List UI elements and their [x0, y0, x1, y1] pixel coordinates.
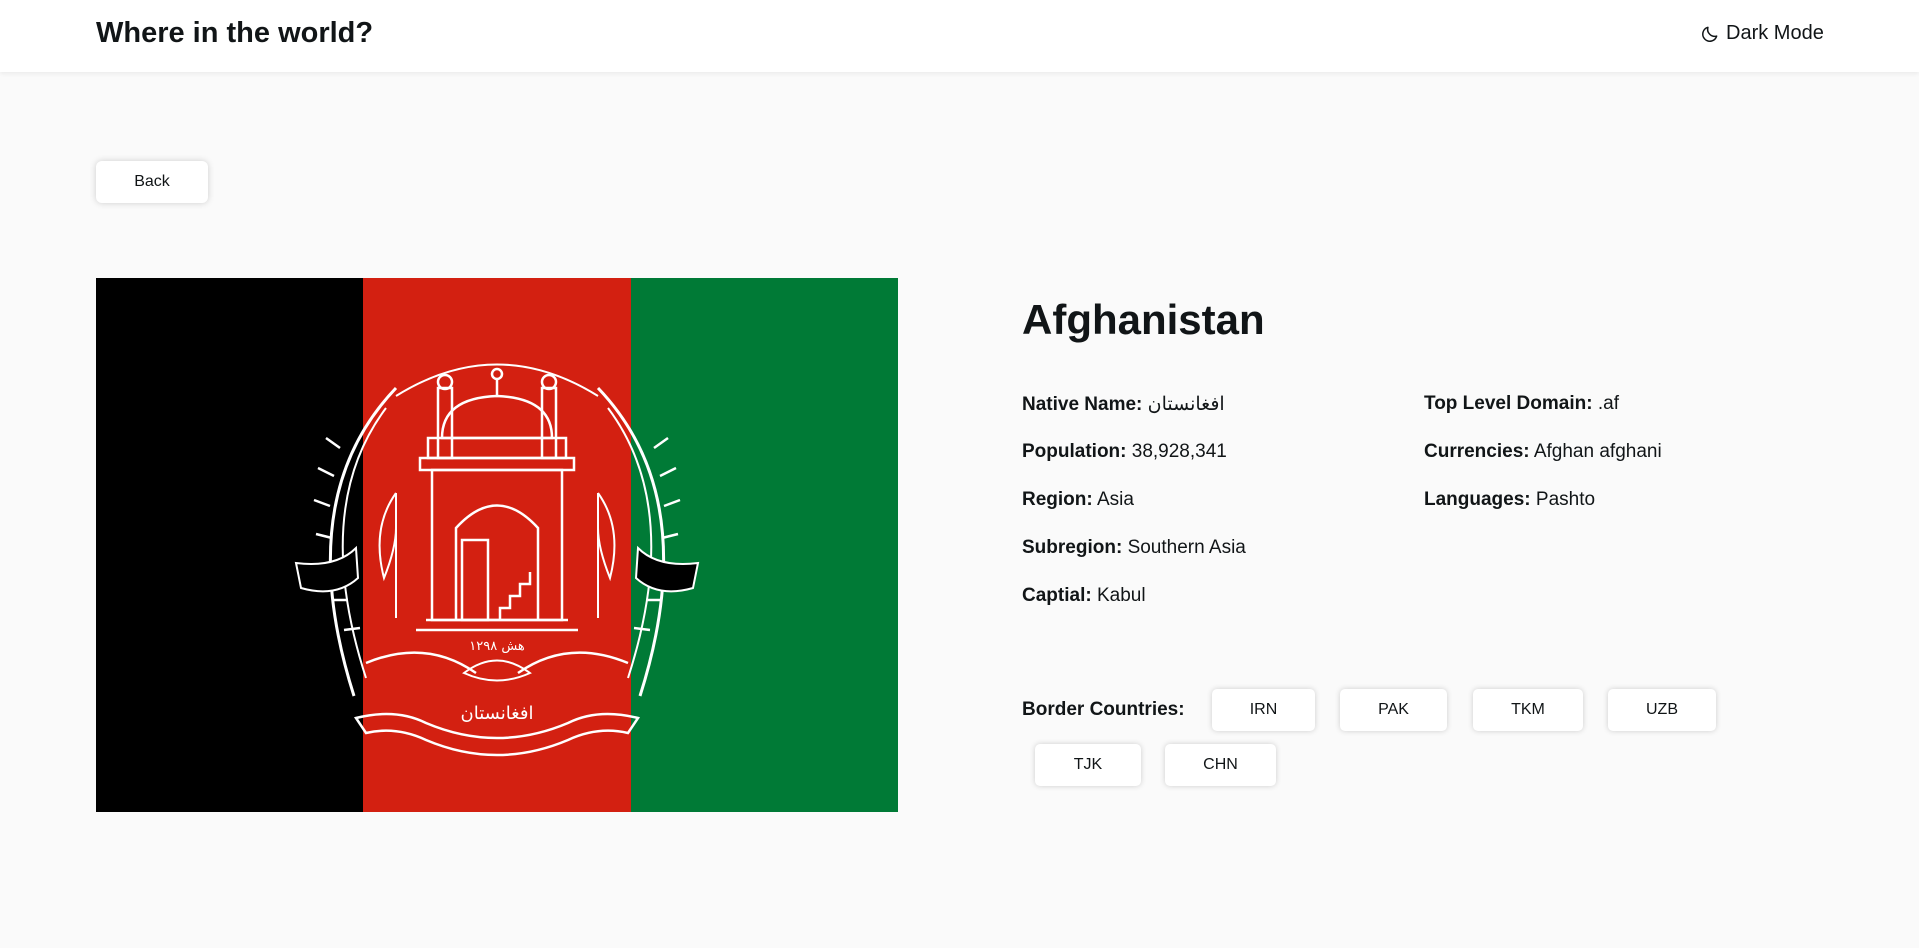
detail-population: Population: 38,928,341: [1022, 441, 1227, 463]
border-country-button[interactable]: IRN: [1212, 689, 1315, 731]
flag-stripe-black: [96, 278, 364, 812]
detail-top-level-domain: Top Level Domain: .af: [1424, 393, 1619, 415]
detail-value: Southern Asia: [1127, 537, 1246, 558]
country-flag: ۱۲۹۸ هش افغانستان: [96, 278, 898, 812]
detail-label: Population:: [1022, 441, 1127, 462]
detail-label: Currencies:: [1424, 441, 1530, 462]
border-country-button[interactable]: TKM: [1473, 689, 1583, 731]
border-country-button[interactable]: UZB: [1608, 689, 1716, 731]
detail-label: Subregion:: [1022, 537, 1123, 558]
border-country-button[interactable]: CHN: [1165, 744, 1276, 786]
emblem-name-text: افغانستان: [461, 703, 534, 724]
detail-label: Top Level Domain:: [1424, 393, 1593, 414]
country-name: Afghanistan: [1022, 296, 1265, 343]
detail-label: Captial:: [1022, 585, 1092, 606]
border-country-button[interactable]: PAK: [1340, 689, 1447, 731]
detail-region: Region: Asia: [1022, 489, 1134, 511]
detail-currencies: Currencies: Afghan afghani: [1424, 441, 1662, 463]
border-countries-label: Border Countries:: [1022, 699, 1185, 720]
detail-value: .af: [1597, 393, 1619, 414]
detail-subregion: Subregion: Southern Asia: [1022, 537, 1246, 559]
detail-value: Pashto: [1535, 489, 1596, 510]
detail-label: Languages:: [1424, 489, 1531, 510]
detail-value: Asia: [1096, 489, 1134, 510]
detail-value: افغانستان: [1147, 394, 1225, 415]
app-title: Where in the world?: [96, 17, 374, 49]
detail-value: 38,928,341: [1131, 441, 1227, 462]
detail-languages: Languages: Pashto: [1424, 489, 1595, 511]
flag-stripe-green: [631, 278, 898, 812]
detail-native-name: Native Name: افغانستان: [1022, 393, 1225, 416]
detail-value: Kabul: [1096, 585, 1146, 606]
emblem-year-text: ۱۲۹۸ هش: [469, 639, 525, 654]
detail-label: Region:: [1022, 489, 1093, 510]
dark-mode-toggle[interactable]: Dark Mode: [1700, 22, 1824, 45]
detail-capital: Captial: Kabul: [1022, 585, 1146, 607]
dark-mode-label: Dark Mode: [1726, 22, 1824, 44]
header: Where in the world? Dark Mode: [0, 0, 1919, 72]
detail-label: Native Name:: [1022, 394, 1143, 415]
moon-icon: [1702, 26, 1718, 42]
back-button[interactable]: Back: [96, 161, 208, 203]
border-country-button[interactable]: TJK: [1035, 744, 1141, 786]
detail-value: Afghan afghani: [1533, 441, 1662, 462]
